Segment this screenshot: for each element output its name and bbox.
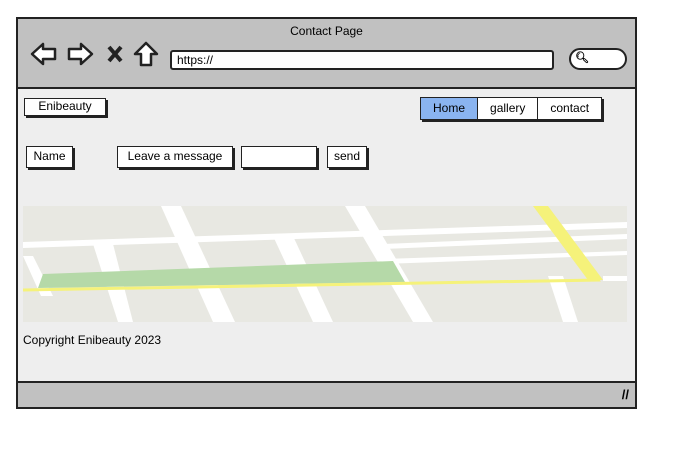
window-title: Contact Page	[290, 24, 363, 38]
back-icon[interactable]	[30, 41, 58, 67]
message-input[interactable]	[241, 146, 317, 168]
logo[interactable]: Enibeauty	[24, 98, 106, 116]
url-input[interactable]: https://	[170, 50, 554, 70]
search-input[interactable]: 🔍︎	[569, 48, 627, 70]
tab-gallery[interactable]: gallery	[478, 98, 539, 119]
copyright-text: Copyright Enibeauty 2023	[23, 333, 162, 347]
home-icon[interactable]	[132, 41, 160, 67]
nav-tabs: Home gallery contact	[420, 97, 603, 120]
name-label: Name	[26, 146, 73, 168]
search-icon: 🔍︎	[575, 52, 589, 64]
map[interactable]	[23, 206, 627, 322]
title-bar: Contact Page https:// 🔍︎	[18, 19, 635, 89]
browser-window: Contact Page https:// 🔍︎ Enibeauty Home …	[16, 17, 637, 409]
message-label: Leave a message	[117, 146, 233, 168]
status-bar: //	[18, 381, 635, 407]
map-highway	[533, 206, 603, 280]
tab-home[interactable]: Home	[421, 98, 479, 119]
tab-contact[interactable]: contact	[538, 98, 601, 119]
resize-grip-icon[interactable]: //	[622, 387, 629, 402]
forward-icon[interactable]	[66, 41, 94, 67]
stop-icon[interactable]	[106, 41, 124, 67]
map-graphic	[23, 206, 627, 322]
send-button[interactable]: send	[327, 146, 367, 168]
